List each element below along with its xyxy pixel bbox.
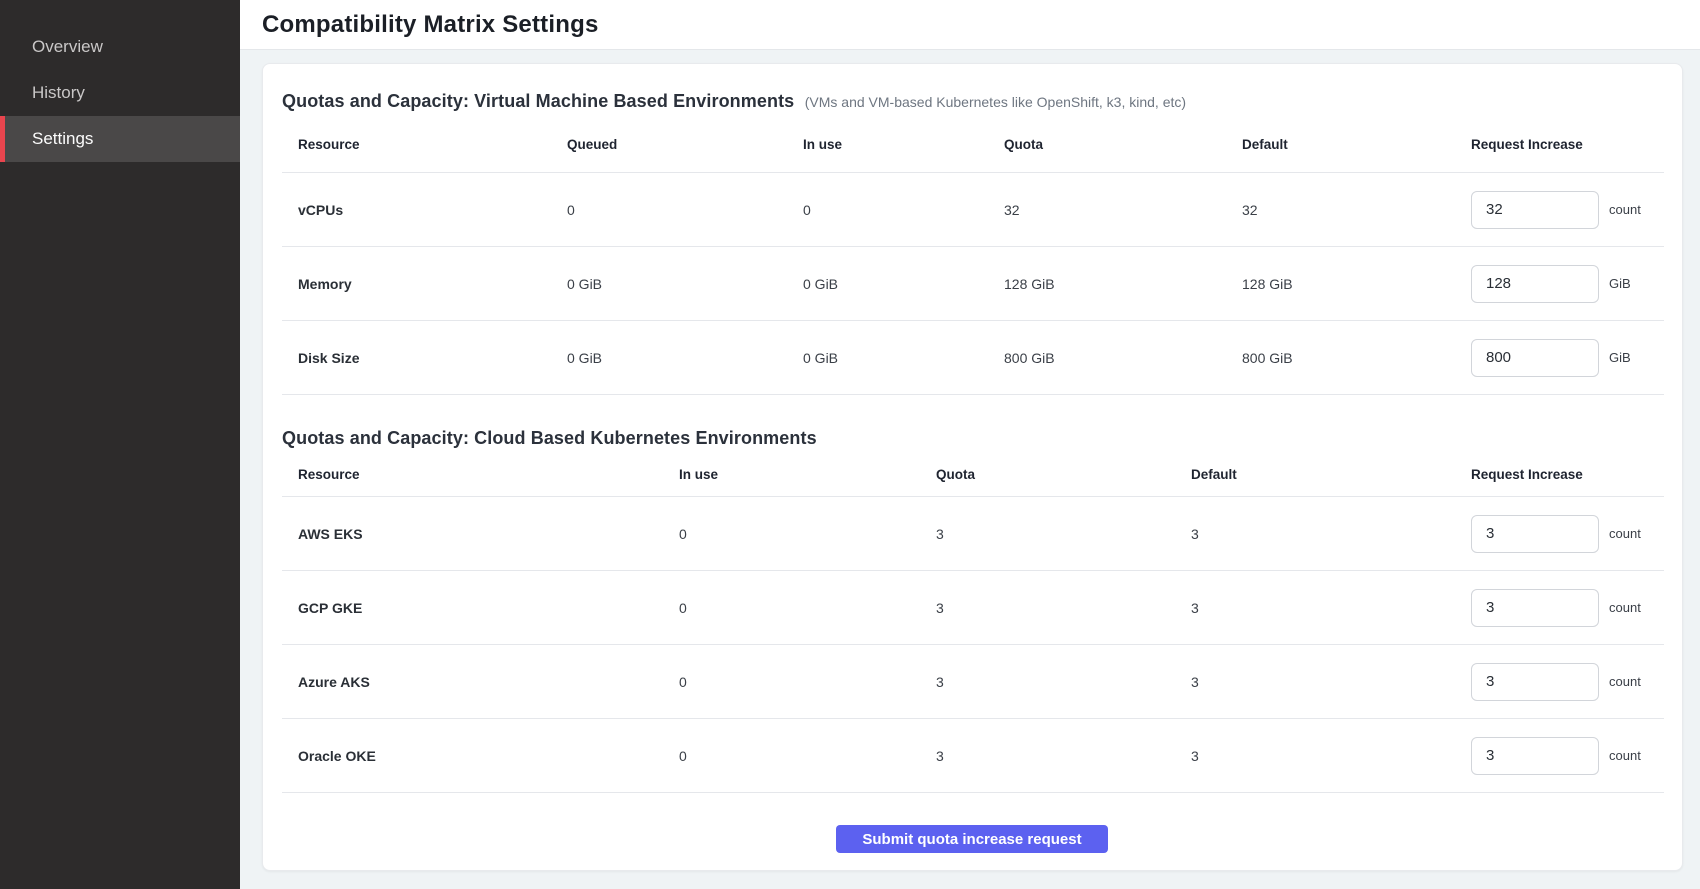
page-title: Compatibility Matrix Settings (262, 11, 599, 39)
in-use-value: 0 GiB (803, 276, 1004, 292)
queued-value: 0 GiB (567, 276, 803, 292)
content-area: Quotas and Capacity: Virtual Machine Bas… (240, 50, 1700, 889)
table-row-azure-aks: Azure AKS 0 3 3 count (282, 645, 1664, 719)
sidebar-item-overview[interactable]: Overview (0, 24, 240, 70)
default-value: 3 (1191, 674, 1471, 690)
submit-row: Submit quota increase request (282, 825, 1662, 853)
in-use-value: 0 (679, 748, 936, 764)
resource-name: Memory (298, 276, 567, 292)
table-row-oracle-oke: Oracle OKE 0 3 3 count (282, 719, 1664, 793)
column-header-quota: Quota (936, 467, 1191, 482)
quotas-card: Quotas and Capacity: Virtual Machine Bas… (262, 63, 1683, 871)
resource-name: GCP GKE (298, 600, 679, 616)
cloud-quota-table: Resource In use Quota Default Request In… (282, 453, 1664, 793)
cloud-section-heading: Quotas and Capacity: Cloud Based Kuberne… (282, 425, 1662, 453)
unit-label: count (1609, 202, 1641, 217)
column-header-resource: Resource (298, 137, 567, 152)
in-use-value: 0 GiB (803, 350, 1004, 366)
column-header-in-use: In use (679, 467, 936, 482)
sidebar-item-settings[interactable]: Settings (0, 116, 240, 162)
unit-label: GiB (1609, 276, 1631, 291)
quota-value: 128 GiB (1004, 276, 1242, 292)
request-increase-input-gcp-gke[interactable] (1471, 589, 1599, 627)
in-use-value: 0 (679, 674, 936, 690)
quota-value: 3 (936, 674, 1191, 690)
table-row-aws-eks: AWS EKS 0 3 3 count (282, 497, 1664, 571)
quota-value: 3 (936, 526, 1191, 542)
default-value: 800 GiB (1242, 350, 1471, 366)
request-increase-input-azure-aks[interactable] (1471, 663, 1599, 701)
unit-label: count (1609, 674, 1641, 689)
cloud-table-header-row: Resource In use Quota Default Request In… (282, 453, 1664, 497)
request-increase-input-vcpus[interactable] (1471, 191, 1599, 229)
unit-label: count (1609, 526, 1641, 541)
column-header-in-use: In use (803, 137, 1004, 152)
quota-value: 32 (1004, 202, 1242, 218)
in-use-value: 0 (803, 202, 1004, 218)
quota-value: 800 GiB (1004, 350, 1242, 366)
vm-section-title: Quotas and Capacity: Virtual Machine Bas… (282, 91, 794, 111)
request-increase-input-aws-eks[interactable] (1471, 515, 1599, 553)
request-increase-input-memory[interactable] (1471, 265, 1599, 303)
resource-name: Disk Size (298, 350, 567, 366)
vm-section-annotation: (VMs and VM-based Kubernetes like OpenSh… (805, 94, 1186, 110)
queued-value: 0 GiB (567, 350, 803, 366)
column-header-request-increase: Request Increase (1471, 137, 1664, 152)
column-header-default: Default (1242, 137, 1471, 152)
header-bar: Compatibility Matrix Settings (240, 0, 1700, 50)
sidebar-item-history[interactable]: History (0, 70, 240, 116)
table-row-disk-size: Disk Size 0 GiB 0 GiB 800 GiB 800 GiB Gi… (282, 321, 1664, 395)
sidebar: Overview History Settings (0, 0, 240, 889)
resource-name: AWS EKS (298, 526, 679, 542)
resource-name: Oracle OKE (298, 748, 679, 764)
sidebar-nav: Overview History Settings (0, 24, 240, 162)
default-value: 128 GiB (1242, 276, 1471, 292)
column-header-queued: Queued (567, 137, 803, 152)
in-use-value: 0 (679, 526, 936, 542)
column-header-request-increase: Request Increase (1471, 467, 1664, 482)
cloud-section-title: Quotas and Capacity: Cloud Based Kuberne… (282, 428, 817, 448)
table-row-vcpus: vCPUs 0 0 32 32 count (282, 173, 1664, 247)
queued-value: 0 (567, 202, 803, 218)
unit-label: GiB (1609, 350, 1631, 365)
main-area: Compatibility Matrix Settings Quotas and… (240, 0, 1700, 889)
default-value: 32 (1242, 202, 1471, 218)
resource-name: vCPUs (298, 202, 567, 218)
default-value: 3 (1191, 600, 1471, 616)
column-header-quota: Quota (1004, 137, 1242, 152)
default-value: 3 (1191, 748, 1471, 764)
quota-value: 3 (936, 600, 1191, 616)
app-window: Overview History Settings Compatibility … (0, 0, 1700, 889)
submit-quota-increase-button[interactable]: Submit quota increase request (836, 825, 1107, 853)
resource-name: Azure AKS (298, 674, 679, 690)
unit-label: count (1609, 600, 1641, 615)
vm-section-heading: Quotas and Capacity: Virtual Machine Bas… (282, 88, 1662, 116)
column-header-resource: Resource (298, 467, 679, 482)
vm-table-header-row: Resource Queued In use Quota Default Req… (282, 116, 1664, 173)
default-value: 3 (1191, 526, 1471, 542)
column-header-default: Default (1191, 467, 1471, 482)
unit-label: count (1609, 748, 1641, 763)
table-row-gcp-gke: GCP GKE 0 3 3 count (282, 571, 1664, 645)
request-increase-input-disk-size[interactable] (1471, 339, 1599, 377)
in-use-value: 0 (679, 600, 936, 616)
table-row-memory: Memory 0 GiB 0 GiB 128 GiB 128 GiB GiB (282, 247, 1664, 321)
quota-value: 3 (936, 748, 1191, 764)
request-increase-input-oracle-oke[interactable] (1471, 737, 1599, 775)
vm-quota-table: Resource Queued In use Quota Default Req… (282, 116, 1664, 395)
